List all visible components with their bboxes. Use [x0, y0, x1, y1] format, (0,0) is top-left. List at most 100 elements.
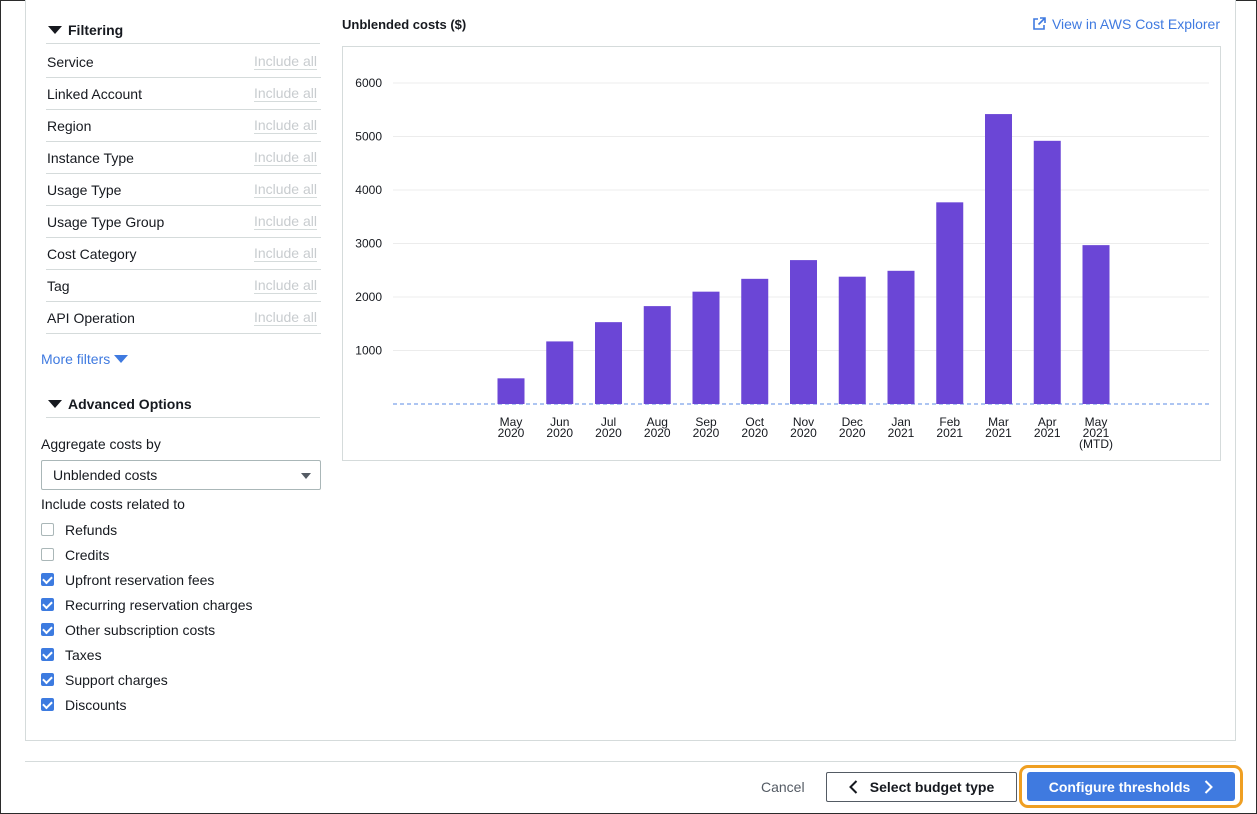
chevron-left-icon [848, 780, 857, 794]
include-option: Upfront reservation fees [41, 567, 253, 592]
y-tick-label: 2000 [355, 290, 382, 304]
x-tick-label: 2020 [595, 426, 622, 440]
bar [643, 306, 671, 404]
checkbox[interactable] [41, 623, 54, 636]
x-tick-label: 2020 [839, 426, 866, 440]
filter-label: Instance Type [47, 149, 134, 166]
y-tick-label: 3000 [355, 237, 382, 251]
x-tick-label: 2020 [498, 426, 525, 440]
aggregate-costs-select[interactable]: Unblended costs [41, 460, 321, 490]
filter-row: Linked Account Include all [46, 78, 321, 110]
include-all-link[interactable]: Include all [253, 245, 317, 262]
bar [595, 322, 622, 404]
filter-label: Tag [47, 277, 70, 294]
bar [741, 278, 769, 404]
focus-highlight: Configure thresholds [1019, 765, 1243, 808]
include-option: Credits [41, 542, 253, 567]
filter-row: Cost Category Include all [46, 238, 321, 270]
external-link-icon [1033, 17, 1046, 30]
advanced-options-toggle[interactable]: Advanced Options [46, 390, 320, 418]
include-all-link[interactable]: Include all [253, 277, 317, 294]
bar [936, 202, 964, 404]
bar [838, 276, 866, 404]
bar [790, 260, 817, 404]
aggregate-costs-value: Unblended costs [53, 467, 158, 483]
filter-label: Region [47, 117, 92, 134]
filtering-section-toggle[interactable]: Filtering [46, 16, 320, 44]
include-all-link[interactable]: Include all [253, 213, 317, 230]
option-label: Other subscription costs [65, 621, 216, 638]
include-all-link[interactable]: Include all [253, 181, 317, 198]
x-tick-label: 2020 [546, 426, 573, 440]
x-tick-label: (MTD) [1079, 437, 1113, 451]
more-filters-label: More filters [41, 351, 111, 367]
option-label: Upfront reservation fees [65, 571, 215, 588]
caret-down-icon [48, 399, 62, 408]
filter-label: Linked Account [47, 85, 142, 102]
checkbox[interactable] [41, 523, 54, 536]
include-option: Support charges [41, 667, 253, 692]
filtering-title: Filtering [68, 21, 124, 38]
x-tick-label: 2020 [644, 426, 671, 440]
y-tick-label: 1000 [355, 344, 382, 358]
include-costs-label: Include costs related to [41, 496, 185, 512]
option-label: Support charges [65, 671, 168, 688]
filter-row: API Operation Include all [46, 302, 321, 334]
bar [1033, 140, 1061, 405]
bar [546, 341, 574, 404]
filter-row: Tag Include all [46, 270, 321, 302]
option-label: Recurring reservation charges [65, 596, 253, 613]
filter-label: API Operation [47, 309, 135, 326]
configure-thresholds-button[interactable]: Configure thresholds [1027, 772, 1235, 801]
include-all-link[interactable]: Include all [253, 117, 317, 134]
x-tick-label: 2021 [888, 426, 915, 440]
previous-button[interactable]: Select budget type [826, 772, 1017, 802]
filter-row: Usage Type Include all [46, 174, 321, 206]
option-label: Refunds [65, 521, 118, 538]
cost-bar-chart: 100020003000400050006000May2020Jun2020Ju… [355, 76, 1209, 451]
filter-list: Service Include all Linked Account Include … [46, 46, 321, 334]
checkbox[interactable] [41, 698, 54, 711]
include-costs-options: Refunds Credits Upfront reservation fees Re… [41, 517, 253, 717]
checkbox[interactable] [41, 573, 54, 586]
bar [1082, 245, 1110, 404]
bar [887, 270, 915, 404]
y-tick-label: 5000 [355, 130, 382, 144]
cost-chart: 1000 2000 3000 4000 5000 6000 May 2020 Jun 2020 Ju… [342, 46, 1221, 461]
x-tick-label: 2021 [985, 426, 1012, 440]
include-all-link[interactable]: Include all [253, 53, 317, 70]
chevron-right-icon [1205, 779, 1214, 794]
view-cost-explorer-label: View in AWS Cost Explorer [1051, 16, 1220, 32]
option-label: Credits [65, 546, 110, 563]
x-tick-label: 2021 [1034, 426, 1061, 440]
checkbox[interactable] [41, 548, 54, 561]
include-option: Taxes [41, 642, 253, 667]
filter-label: Cost Category [47, 245, 137, 262]
option-label: Taxes [65, 646, 102, 663]
caret-down-icon [114, 355, 129, 363]
filter-row: Usage Type Group Include all [46, 206, 321, 238]
option-label: Discounts [65, 696, 127, 713]
include-all-link[interactable]: Include all [253, 85, 317, 102]
x-tick-label: 2021 [936, 426, 963, 440]
include-all-link[interactable]: Include all [253, 149, 317, 166]
x-tick-label: 2020 [790, 426, 817, 440]
y-tick-label: 6000 [355, 76, 382, 90]
checkbox[interactable] [41, 648, 54, 661]
bar [692, 291, 720, 404]
view-cost-explorer-link[interactable]: View in AWS Cost Explorer [1032, 16, 1220, 32]
configure-thresholds-label: Configure thresholds [1048, 778, 1191, 795]
checkbox[interactable] [41, 673, 54, 686]
dropdown-caret-icon [301, 473, 311, 479]
include-all-link[interactable]: Include all [253, 309, 317, 326]
include-option: Refunds [41, 517, 253, 542]
checkbox[interactable] [41, 598, 54, 611]
bar [497, 378, 525, 404]
include-option: Discounts [41, 692, 253, 717]
advanced-options-title: Advanced Options [68, 395, 192, 412]
include-option: Recurring reservation charges [41, 592, 253, 617]
aggregate-costs-label: Aggregate costs by [41, 436, 161, 452]
more-filters-link[interactable]: More filters [41, 351, 129, 367]
filter-label: Service [47, 53, 94, 70]
cancel-button[interactable]: Cancel [761, 779, 805, 795]
